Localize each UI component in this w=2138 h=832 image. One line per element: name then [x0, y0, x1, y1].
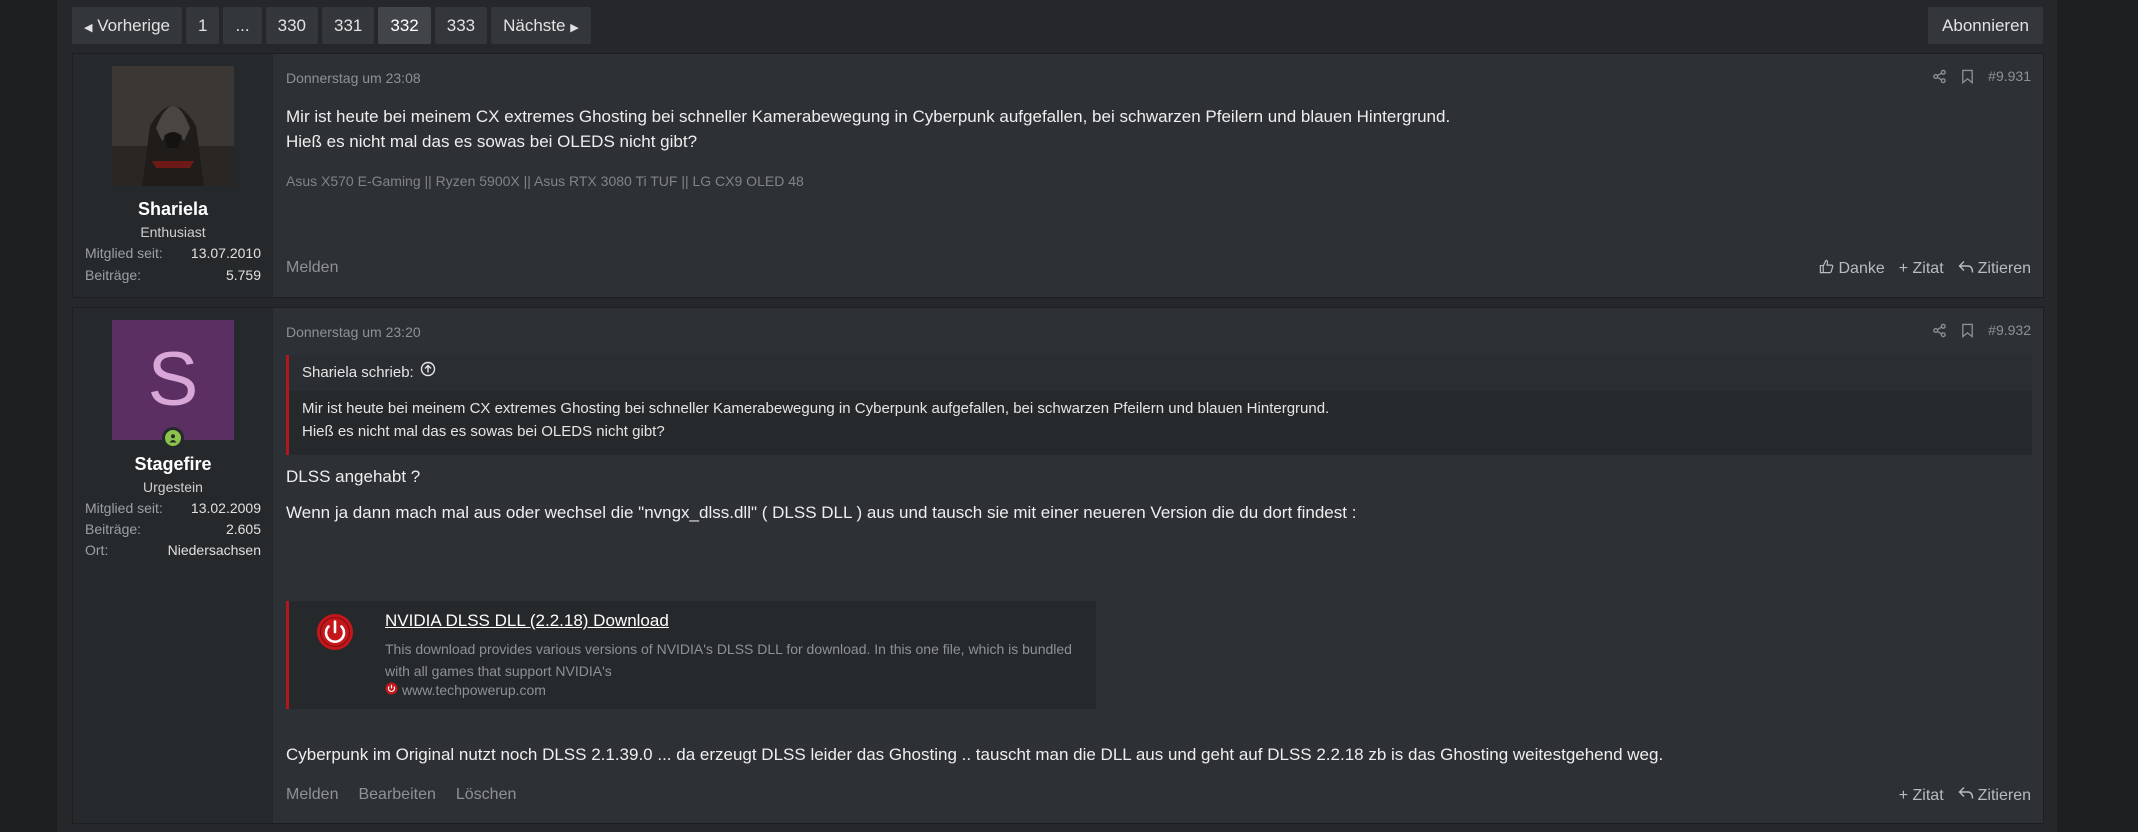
- share-icon[interactable]: [1932, 69, 1947, 84]
- page-current-332[interactable]: 332: [378, 7, 431, 44]
- page-link-1[interactable]: 1: [185, 7, 220, 44]
- delete-link[interactable]: Löschen: [456, 786, 517, 804]
- user-title: Urgestein: [143, 479, 203, 495]
- post-actions-left: Melden: [286, 259, 338, 277]
- post-message: Mir ist heute bei meinem CX extremes Gho…: [286, 104, 1450, 154]
- quote-block: Shariela schrieb: Mir ist heute bei mein…: [286, 355, 2032, 455]
- post-actions-right: Danke + Zitat Zitieren: [1819, 259, 2031, 279]
- online-status-icon: [162, 427, 184, 449]
- next-page-button[interactable]: Nächste ▶: [491, 7, 591, 44]
- signature: Asus X570 E-Gaming || Ryzen 5900X || Asu…: [286, 173, 804, 189]
- pagination: ◀ Vorherige 1 ... 330 331 332 333 Nächst…: [72, 7, 591, 44]
- page-link-333[interactable]: 333: [434, 7, 488, 44]
- subscribe-button[interactable]: Abonnieren: [1928, 7, 2043, 44]
- page-link-330[interactable]: 330: [265, 7, 318, 44]
- quote-line: Mir ist heute bei meinem CX extremes Gho…: [302, 400, 1330, 417]
- avatar[interactable]: S: [112, 320, 234, 440]
- multiquote-button[interactable]: + Zitat: [1899, 259, 1944, 279]
- chevron-left-icon: ◀: [84, 22, 93, 34]
- username[interactable]: Stagefire: [73, 454, 273, 475]
- post-actions-left: Melden Bearbeiten Löschen: [286, 786, 516, 804]
- post: Shariela Enthusiast Mitglied seit: 13.07…: [72, 53, 2044, 298]
- post-message: DLSS angehabt ?: [286, 467, 421, 486]
- post-number[interactable]: #9.931: [1988, 68, 2031, 84]
- reply-icon: [1958, 260, 1974, 279]
- page-ellipsis: ...: [223, 7, 262, 44]
- prev-page-button[interactable]: ◀ Vorherige: [72, 7, 182, 44]
- user-stat-posts: Beiträge: 5.759: [85, 267, 261, 283]
- arrow-up-circle-icon[interactable]: [420, 355, 436, 391]
- site-favicon-icon: [385, 682, 398, 698]
- bookmark-icon[interactable]: [1961, 69, 1974, 84]
- link-preview-card[interactable]: NVIDIA DLSS DLL (2.2.18) Download This d…: [286, 601, 1096, 709]
- user-title: Enthusiast: [140, 224, 206, 240]
- bookmark-icon[interactable]: [1961, 323, 1974, 338]
- post-tools: #9.932: [1932, 322, 2031, 338]
- post-number[interactable]: #9.932: [1988, 322, 2031, 338]
- techpowerup-logo-icon: [316, 613, 354, 656]
- user-cell: Shariela Enthusiast Mitglied seit: 13.07…: [73, 54, 273, 297]
- post-message: Cyberpunk im Original nutzt noch DLSS 2.…: [286, 745, 1664, 764]
- chevron-right-icon: ▶: [570, 22, 579, 34]
- message-line: Hieß es nicht mal das es sowas bei OLEDS…: [286, 132, 698, 151]
- thumbs-up-icon: [1819, 259, 1834, 279]
- post-date[interactable]: Donnerstag um 23:20: [286, 324, 421, 340]
- link-title[interactable]: NVIDIA DLSS DLL (2.2.18) Download: [385, 611, 669, 631]
- user-stat-joined: Mitglied seit: 13.02.2009: [85, 500, 261, 516]
- user-stat-location: Ort: Niedersachsen: [85, 542, 261, 558]
- link-site[interactable]: www.techpowerup.com: [385, 682, 546, 698]
- message-line: Mir ist heute bei meinem CX extremes Gho…: [286, 107, 1451, 126]
- username[interactable]: Shariela: [73, 199, 273, 220]
- user-stat-posts: Beiträge: 2.605: [85, 521, 261, 537]
- report-link[interactable]: Melden: [286, 786, 338, 804]
- post-actions-right: + Zitat Zitieren: [1899, 786, 2031, 805]
- page-link-331[interactable]: 331: [322, 7, 375, 44]
- post: S Stagefire Urgestein Mitglied seit: 13.…: [72, 307, 2044, 824]
- user-stat-joined: Mitglied seit: 13.07.2010: [85, 245, 261, 261]
- post-date[interactable]: Donnerstag um 23:08: [286, 70, 421, 86]
- report-link[interactable]: Melden: [286, 259, 338, 277]
- edit-link[interactable]: Bearbeiten: [358, 786, 435, 804]
- post-message: Wenn ja dann mach mal aus oder wechsel d…: [286, 503, 1357, 522]
- reply-quote-button[interactable]: Zitieren: [1958, 786, 2031, 805]
- share-icon[interactable]: [1932, 323, 1947, 338]
- reply-quote-button[interactable]: Zitieren: [1958, 259, 2031, 279]
- post-tools: #9.931: [1932, 68, 2031, 84]
- multiquote-button[interactable]: + Zitat: [1899, 786, 1944, 805]
- avatar[interactable]: [112, 66, 234, 186]
- quote-author: Shariela schrieb:: [302, 364, 414, 381]
- quote-line: Hieß es nicht mal das es sowas bei OLEDS…: [302, 423, 665, 440]
- quote-body: Mir ist heute bei meinem CX extremes Gho…: [289, 391, 2032, 449]
- reply-icon: [1958, 786, 1974, 805]
- link-description: This download provides various versions …: [385, 641, 1072, 679]
- user-cell: S Stagefire Urgestein Mitglied seit: 13.…: [73, 308, 273, 823]
- quote-header[interactable]: Shariela schrieb:: [289, 355, 2032, 391]
- like-button[interactable]: Danke: [1819, 259, 1885, 279]
